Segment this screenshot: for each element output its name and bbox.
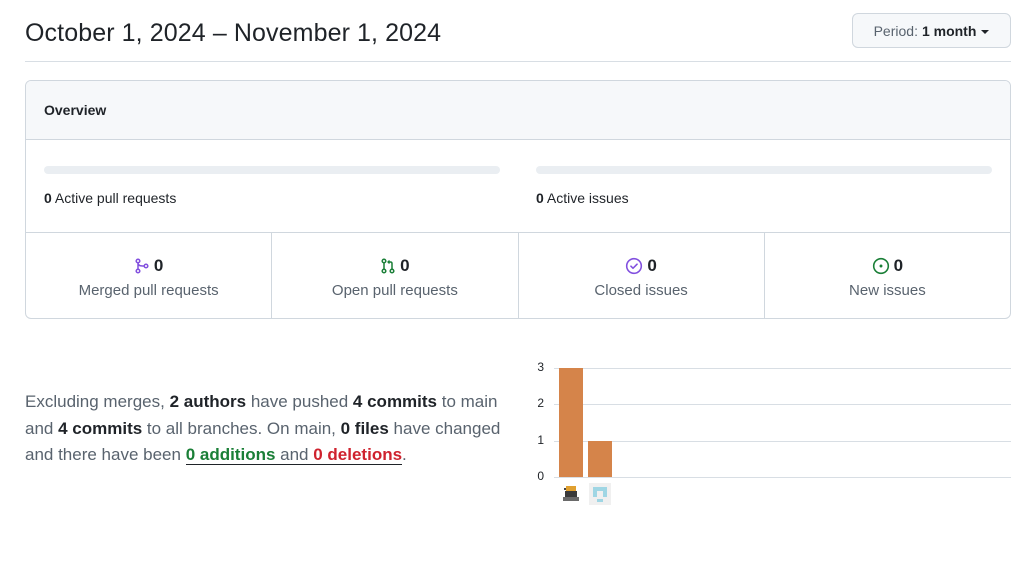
active-prs-progress-bar bbox=[44, 166, 500, 174]
active-issues-text: 0 Active issues bbox=[536, 190, 992, 206]
chart-y-tick-label: 0 bbox=[537, 469, 544, 483]
chart-gridline bbox=[554, 440, 1011, 442]
caret-down-icon bbox=[981, 29, 990, 34]
page-header: October 1, 2024 – November 1, 2024 Perio… bbox=[25, 13, 1011, 62]
period-dropdown-button[interactable]: Period: 1 month bbox=[852, 13, 1011, 48]
chart-gridline bbox=[554, 367, 1011, 369]
merged-pr-icon bbox=[135, 258, 149, 274]
stats-row: 0 Merged pull requests 0 Open pull reque… bbox=[26, 233, 1010, 318]
deletions-count: 0 deletions bbox=[313, 445, 403, 464]
stat-closed-issues[interactable]: 0 Closed issues bbox=[519, 233, 765, 318]
period-value: 1 month bbox=[921, 22, 977, 39]
period-label: Period: bbox=[873, 22, 918, 39]
active-prs-count: 0 bbox=[44, 190, 52, 206]
stat-merged-prs[interactable]: 0 Merged pull requests bbox=[26, 233, 273, 318]
chart-bar[interactable] bbox=[559, 367, 583, 477]
closed-issues-count: 0 bbox=[647, 256, 657, 275]
active-prs-label: Active pull requests bbox=[54, 190, 177, 206]
active-issues-label: Active issues bbox=[546, 190, 629, 206]
merged-prs-label: Merged pull requests bbox=[78, 282, 219, 299]
commits-all-count: 4 commits bbox=[58, 418, 143, 438]
progress-row: 0 Active pull requests 0 Active issues bbox=[26, 140, 1010, 233]
new-issues-count: 0 bbox=[893, 256, 904, 275]
active-issues-count: 0 bbox=[536, 190, 544, 206]
new-issue-icon bbox=[872, 257, 889, 275]
closed-issues-label: Closed issues bbox=[594, 282, 688, 299]
author-avatar[interactable] bbox=[560, 483, 582, 505]
chart-bar[interactable] bbox=[588, 440, 612, 477]
summary-text: and bbox=[275, 445, 314, 464]
overview-box: Overview 0 Active pull requests 0 Active… bbox=[25, 80, 1011, 319]
active-issues-progress-bar bbox=[536, 166, 992, 174]
additions-count: 0 additions bbox=[185, 445, 276, 464]
chart-y-tick-label: 2 bbox=[537, 396, 544, 410]
stat-new-issues[interactable]: 0 New issues bbox=[765, 233, 1010, 318]
active-issues-block[interactable]: 0 Active issues bbox=[536, 166, 992, 206]
active-prs-block[interactable]: 0 Active pull requests bbox=[44, 166, 500, 206]
summary-text: to all branches. On main, bbox=[142, 418, 341, 438]
chart-y-tick-label: 1 bbox=[537, 432, 544, 447]
open-pr-icon bbox=[381, 258, 395, 274]
open-prs-count: 0 bbox=[400, 256, 410, 275]
overview-title: Overview bbox=[26, 81, 1010, 140]
merged-prs-count: 0 bbox=[153, 256, 164, 275]
date-range-title: October 1, 2024 – November 1, 2024 bbox=[25, 19, 442, 47]
chart-gridline bbox=[554, 477, 1011, 478]
commits-by-author-chart: 0 1 2 3 bbox=[530, 355, 1016, 515]
summary-text: Excluding merges, bbox=[25, 392, 170, 411]
active-prs-text: 0 Active pull requests bbox=[44, 190, 500, 206]
commits-main-count: 4 commits bbox=[352, 392, 438, 411]
files-changed-count: 0 files bbox=[340, 418, 389, 438]
open-prs-label: Open pull requests bbox=[331, 282, 458, 299]
summary-text: have pushed bbox=[246, 392, 353, 411]
additions-deletions-link[interactable]: 0 additions and 0 deletions bbox=[185, 445, 403, 465]
commit-summary: Excluding merges, 2 authors have pushed … bbox=[25, 389, 515, 469]
chart-gridline bbox=[554, 404, 1011, 405]
stat-open-prs[interactable]: 0 Open pull requests bbox=[272, 233, 519, 318]
authors-count: 2 authors bbox=[169, 392, 247, 411]
author-avatar[interactable] bbox=[589, 483, 611, 505]
closed-issue-icon bbox=[626, 257, 643, 275]
summary-text: . bbox=[402, 445, 407, 464]
new-issues-label: New issues bbox=[849, 282, 926, 299]
chart-y-tick-label: 3 bbox=[537, 359, 544, 374]
